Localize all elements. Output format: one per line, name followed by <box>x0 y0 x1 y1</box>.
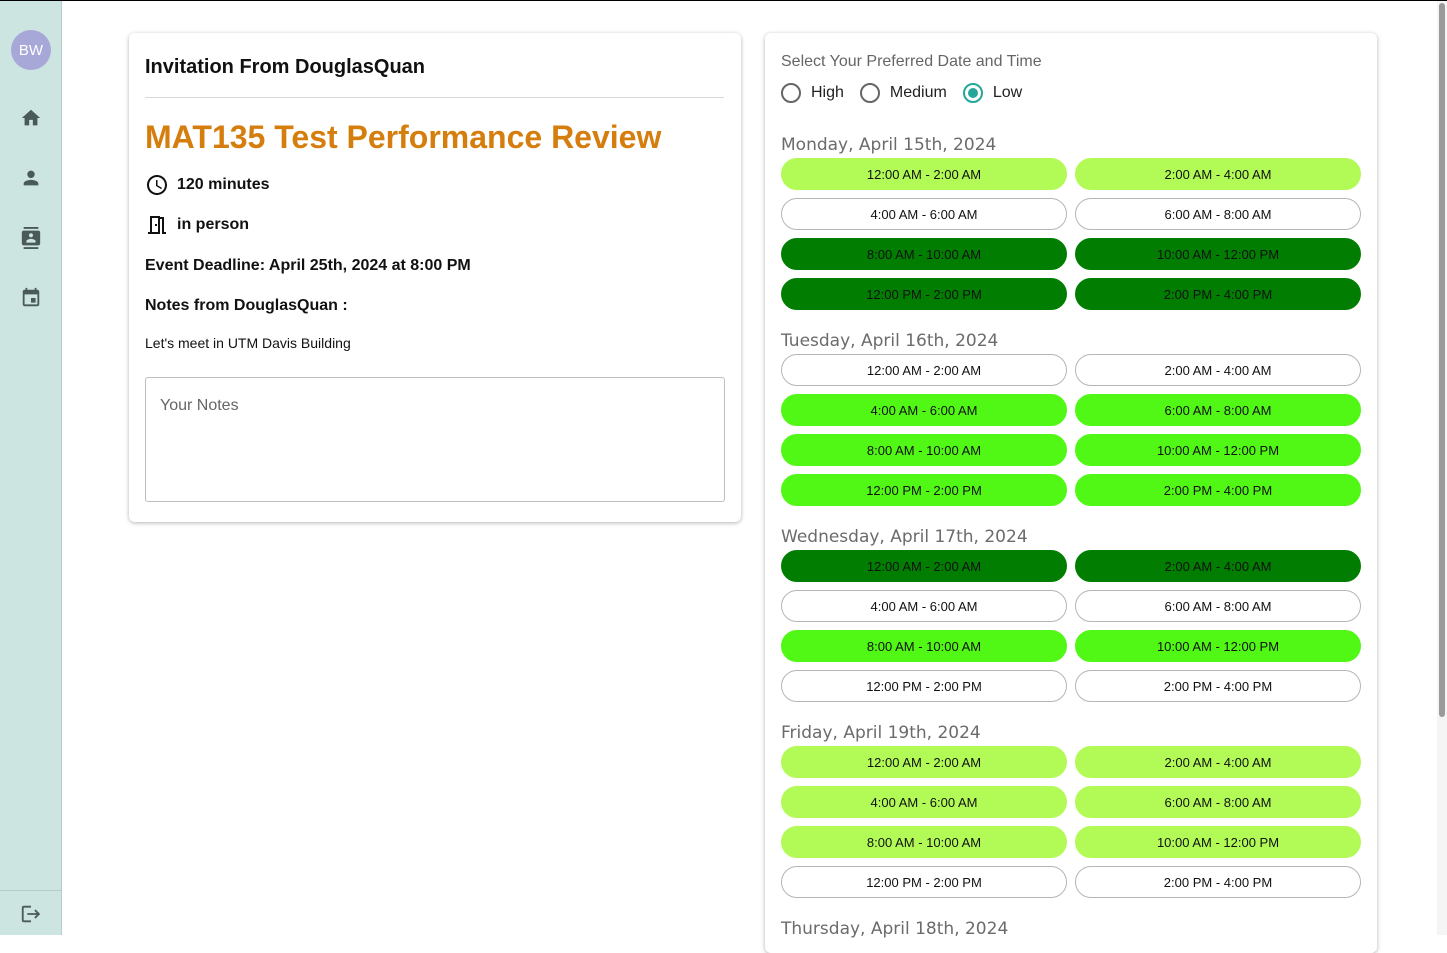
time-slot-button[interactable]: 2:00 AM - 4:00 AM <box>1075 158 1361 190</box>
time-slot-button[interactable]: 2:00 AM - 4:00 AM <box>1075 550 1361 582</box>
day-title: Tuesday, April 16th, 2024 <box>781 331 999 351</box>
time-slot-button[interactable]: 12:00 PM - 2:00 PM <box>781 474 1067 506</box>
time-slot-button[interactable]: 12:00 AM - 2:00 AM <box>781 746 1067 778</box>
your-notes-input[interactable] <box>146 378 724 501</box>
time-slot-button[interactable]: 12:00 AM - 2:00 AM <box>781 158 1067 190</box>
avatar[interactable]: BW <box>11 30 51 70</box>
time-slot-button[interactable]: 6:00 AM - 8:00 AM <box>1075 590 1361 622</box>
day-section: Friday, April 19th, 2024 12:00 AM - 2:00 … <box>781 721 1361 898</box>
day-section: Monday, April 15th, 2024 12:00 AM - 2:00 … <box>781 133 1361 310</box>
time-slot-button[interactable]: 12:00 PM - 2:00 PM <box>781 866 1067 898</box>
scrollbar-thumb[interactable] <box>1439 3 1445 717</box>
time-slot-button[interactable]: 2:00 AM - 4:00 AM <box>1075 746 1361 778</box>
time-slot-button[interactable]: 6:00 AM - 8:00 AM <box>1075 198 1361 230</box>
day-title: Wednesday, April 17th, 2024 <box>781 527 1028 547</box>
time-slot-button[interactable]: 12:00 AM - 2:00 AM <box>781 550 1067 582</box>
radio-circle[interactable] <box>859 83 880 103</box>
time-slot-grid: 12:00 AM - 2:00 AM 2:00 AM - 4:00 AM 4:00 … <box>781 158 1361 310</box>
time-slot-button[interactable]: 6:00 AM - 8:00 AM <box>1075 394 1361 426</box>
time-slot-button[interactable]: 10:00 AM - 12:00 PM <box>1075 238 1361 270</box>
radio-label: High <box>811 84 844 101</box>
sidebar-divider <box>0 890 62 891</box>
day-title: Monday, April 15th, 2024 <box>781 135 997 155</box>
time-slot-button[interactable]: 8:00 AM - 10:00 AM <box>781 238 1067 270</box>
time-slot-button[interactable]: 2:00 PM - 4:00 PM <box>1075 278 1361 310</box>
day-title: Friday, April 19th, 2024 <box>781 723 981 743</box>
preferences-title: Select Your Preferred Date and Time <box>781 53 1042 70</box>
location-text: in person <box>177 216 250 233</box>
door-icon <box>148 216 166 234</box>
time-slot-button[interactable]: 10:00 AM - 12:00 PM <box>1075 630 1361 662</box>
preferences-card: Select Your Preferred Date and Time High… <box>765 33 1377 953</box>
home-icon[interactable] <box>19 106 43 130</box>
day-section: Tuesday, April 16th, 2024 12:00 AM - 2:00… <box>781 329 1361 506</box>
day-title: Thursday, April 18th, 2024 <box>781 919 1009 939</box>
radio-high[interactable]: High <box>781 83 844 103</box>
event-title: MAT135 Test Performance Review <box>145 119 662 155</box>
contacts-icon[interactable] <box>19 226 43 250</box>
time-slot-button[interactable]: 12:00 PM - 2:00 PM <box>781 278 1067 310</box>
time-slot-button[interactable]: 8:00 AM - 10:00 AM <box>781 826 1067 858</box>
duration-text: 120 minutes <box>177 176 270 193</box>
top-border <box>0 0 1447 1</box>
invitation-card: Invitation From DouglasQuan MAT135 Test … <box>129 33 741 522</box>
time-slot-button[interactable]: 2:00 PM - 4:00 PM <box>1075 474 1361 506</box>
radio-circle[interactable] <box>962 83 983 103</box>
time-slot-grid: 12:00 AM - 2:00 AM 2:00 AM - 4:00 AM 4:00 … <box>781 746 1361 898</box>
time-slot-grid: 12:00 AM - 2:00 AM 2:00 AM - 4:00 AM 4:00 … <box>781 550 1361 702</box>
day-section: Wednesday, April 17th, 2024 12:00 AM - 2:… <box>781 525 1361 702</box>
your-notes-field <box>145 377 725 502</box>
scrollbar[interactable] <box>1437 1 1447 935</box>
duration-row: 120 minutes <box>145 173 269 197</box>
divider <box>145 97 724 98</box>
time-slot-button[interactable]: 12:00 AM - 2:00 AM <box>781 354 1067 386</box>
time-slot-button[interactable]: 4:00 AM - 6:00 AM <box>781 590 1067 622</box>
clock-icon <box>147 175 167 195</box>
time-slot-button[interactable]: 4:00 AM - 6:00 AM <box>781 786 1067 818</box>
radio-dot <box>967 88 978 98</box>
time-slot-button[interactable]: 4:00 AM - 6:00 AM <box>781 394 1067 426</box>
priority-radio-group: High Medium Low <box>781 83 1038 103</box>
radio-label: Low <box>992 84 1023 101</box>
logout-icon[interactable] <box>19 902 43 926</box>
time-slot-button[interactable]: 12:00 PM - 2:00 PM <box>781 670 1067 702</box>
time-slot-button[interactable]: 8:00 AM - 10:00 AM <box>781 630 1067 662</box>
radio-label: Medium <box>889 84 947 101</box>
notes-heading: Notes from DouglasQuan : <box>145 297 348 314</box>
time-slot-button[interactable]: 8:00 AM - 10:00 AM <box>781 434 1067 466</box>
location-row: in person <box>145 213 249 237</box>
event-deadline: Event Deadline: April 25th, 2024 at 8:00… <box>145 257 471 274</box>
calendar-icon[interactable] <box>19 286 43 310</box>
time-slot-button[interactable]: 10:00 AM - 12:00 PM <box>1075 434 1361 466</box>
invitation-title: Invitation From DouglasQuan <box>145 56 426 78</box>
time-slot-button[interactable]: 4:00 AM - 6:00 AM <box>781 198 1067 230</box>
sidebar: BW <box>0 1 62 935</box>
time-slot-button[interactable]: 2:00 PM - 4:00 PM <box>1075 866 1361 898</box>
time-slot-button[interactable]: 10:00 AM - 12:00 PM <box>1075 826 1361 858</box>
radio-circle[interactable] <box>781 83 801 103</box>
notes-text: Let's meet in UTM Davis Building <box>145 335 351 351</box>
time-slot-button[interactable]: 2:00 AM - 4:00 AM <box>1075 354 1361 386</box>
person-icon[interactable] <box>19 166 43 190</box>
time-slot-grid: 12:00 AM - 2:00 AM 2:00 AM - 4:00 AM 4:00 … <box>781 354 1361 506</box>
radio-medium[interactable]: Medium <box>859 83 947 103</box>
day-section: Thursday, April 18th, 2024 <box>781 917 1361 942</box>
time-slot-button[interactable]: 6:00 AM - 8:00 AM <box>1075 786 1361 818</box>
time-slot-button[interactable]: 2:00 PM - 4:00 PM <box>1075 670 1361 702</box>
radio-low[interactable]: Low <box>962 83 1023 103</box>
